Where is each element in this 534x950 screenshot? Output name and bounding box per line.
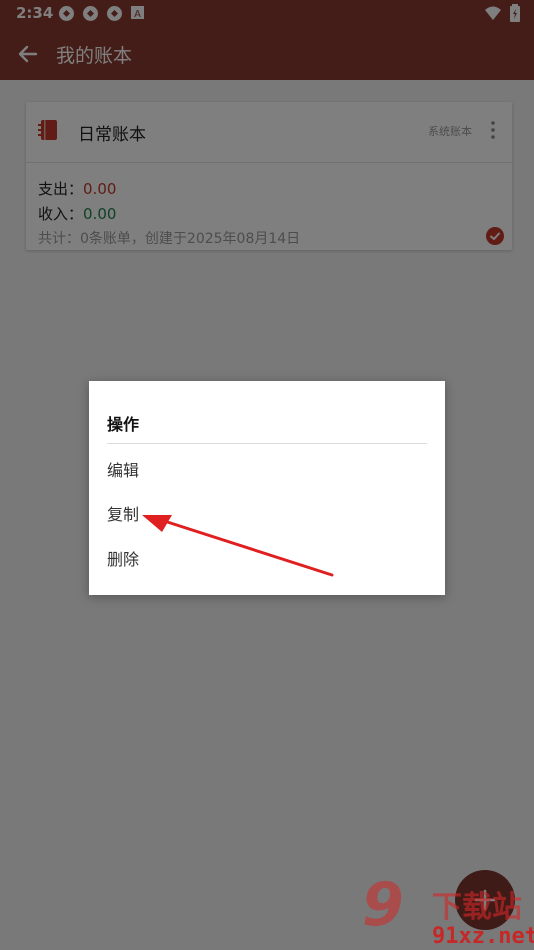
dialog-title: 操作 (107, 415, 140, 434)
watermark-url: 91xz.net (432, 924, 534, 949)
menu-item-copy[interactable]: 复制 (107, 501, 139, 525)
menu-item-delete[interactable]: 删除 (107, 546, 139, 570)
watermark-cn: 下载站 (432, 890, 522, 925)
watermark-logo: 9 (362, 870, 404, 940)
dialog-divider (107, 443, 427, 444)
actions-dialog: 操作 编辑 复制 删除 (89, 381, 445, 595)
watermark: 9 下载站 91xz.net (362, 870, 534, 950)
menu-item-edit[interactable]: 编辑 (107, 457, 139, 481)
